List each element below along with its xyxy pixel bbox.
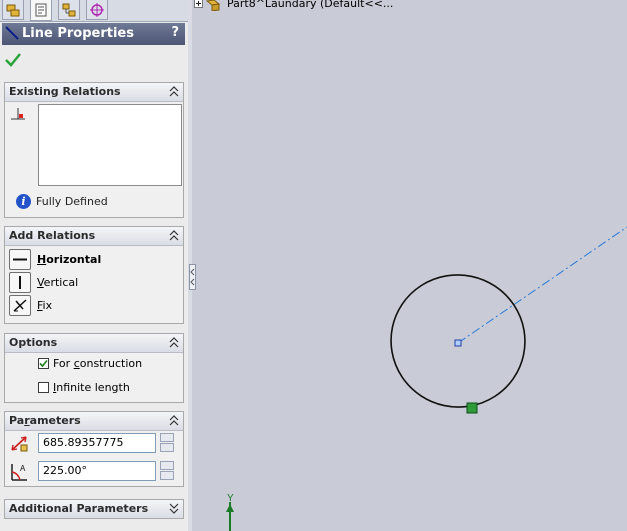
feature-manager-tab[interactable] [2, 0, 24, 20]
construction-line[interactable] [457, 226, 627, 344]
fix-relation-icon [13, 299, 27, 312]
angle-spinner[interactable] [160, 461, 174, 481]
spin-down-button[interactable] [160, 471, 174, 480]
additional-parameters-header[interactable]: Additional Parameters [5, 500, 183, 518]
label-rest: orizontal [46, 253, 102, 266]
property-manager-tab[interactable] [30, 0, 52, 21]
add-relations-title: Add Relations [9, 229, 96, 242]
infinite-length-checkbox[interactable] [38, 382, 49, 393]
selected-endpoint[interactable] [466, 402, 478, 414]
collapse-chevron-icon[interactable] [169, 230, 179, 241]
collapse-chevron-icon[interactable] [169, 415, 179, 426]
crosshair-icon [90, 2, 104, 17]
existing-relations-list[interactable] [38, 104, 182, 186]
y-axis-arrow [226, 504, 234, 512]
graphics-area[interactable]: Y [192, 0, 627, 531]
add-relations-header[interactable]: Add Relations [5, 227, 183, 246]
collapse-chevron-icon[interactable] [169, 337, 179, 348]
parameters-header[interactable]: Parameters [5, 412, 183, 431]
spin-down-button[interactable] [160, 443, 174, 452]
horizontal-relation-label[interactable]: Horizontal [37, 253, 101, 266]
mnemonic-letter: H [37, 253, 47, 266]
parameters-title: Parameters [9, 414, 81, 427]
property-sheet-icon [35, 3, 47, 17]
length-input[interactable]: 685.89357775 [38, 433, 156, 453]
info-icon: i [16, 194, 31, 209]
angle-dimension-icon: A [11, 464, 27, 481]
feature-tree-icon [6, 4, 20, 16]
svg-text:A: A [20, 464, 26, 473]
configuration-icon [62, 3, 76, 16]
definition-status: i Fully Defined [16, 194, 108, 209]
page-title: Line Properties [22, 26, 134, 41]
spin-up-button[interactable] [160, 433, 174, 442]
expand-plus-icon[interactable] [194, 0, 222, 11]
for-construction-checkbox[interactable] [38, 358, 49, 369]
relations-icon [11, 108, 25, 120]
property-manager-panel: Line Properties ? Existing Relations i Fu… [0, 0, 189, 531]
for-construction-label[interactable]: For construction [53, 357, 142, 370]
options-title: Options [9, 336, 58, 349]
horizontal-relation-icon [13, 258, 27, 261]
existing-relations-group: Existing Relations i Fully Defined [4, 82, 184, 218]
label-post: nfinite length [56, 381, 130, 394]
label-rest: ertical [43, 276, 79, 289]
dimxpert-manager-tab[interactable] [86, 0, 108, 20]
part-name-label[interactable]: Part8^Laundary (Default<<... [227, 0, 393, 10]
mnemonic-letter: V [37, 276, 44, 289]
parameters-group: Parameters 685.89357775 A 225.00° [4, 411, 184, 487]
additional-parameters-title: Additional Parameters [9, 502, 149, 515]
fix-relation-label[interactable]: Fix [37, 299, 52, 312]
label-post: onstruction [79, 357, 143, 370]
expand-chevron-icon[interactable] [169, 503, 179, 514]
horizontal-relation-button[interactable] [9, 249, 31, 270]
label-rest: ix [42, 299, 53, 312]
help-button[interactable]: ? [171, 25, 179, 40]
angle-input[interactable]: 225.00° [38, 461, 156, 481]
existing-relations-header[interactable]: Existing Relations [5, 83, 183, 102]
spin-up-button[interactable] [160, 461, 174, 470]
checkmark-icon [39, 359, 48, 368]
line-icon [5, 26, 19, 40]
label-post: ameters [29, 414, 81, 427]
label-pre: For [53, 357, 74, 370]
configuration-manager-tab[interactable] [58, 0, 80, 20]
length-spinner[interactable] [160, 433, 174, 453]
additional-parameters-group: Additional Parameters [4, 499, 184, 519]
options-header[interactable]: Options [5, 334, 183, 353]
length-dimension-icon [11, 436, 28, 452]
vertical-relation-button[interactable] [9, 272, 31, 293]
vertical-relation-icon [19, 276, 21, 289]
vertical-relation-label[interactable]: Vertical [37, 276, 78, 289]
options-group: Options For construction Infinite length [4, 333, 184, 403]
fix-relation-button[interactable] [9, 295, 31, 316]
label-pre: Pa [9, 414, 25, 427]
add-relations-group: Add Relations Horizontal Vertical Fix [4, 226, 184, 324]
collapse-chevron-icon[interactable] [169, 86, 179, 97]
manager-tabs [0, 0, 188, 22]
status-text: Fully Defined [36, 195, 108, 208]
y-axis-label: Y [227, 493, 234, 504]
existing-relations-title: Existing Relations [9, 85, 121, 98]
infinite-length-label[interactable]: Infinite length [53, 381, 130, 394]
property-manager-title-bar: Line Properties ? [2, 23, 185, 45]
sketch-center-point[interactable] [454, 339, 462, 347]
ok-checkmark-icon[interactable] [4, 52, 22, 68]
